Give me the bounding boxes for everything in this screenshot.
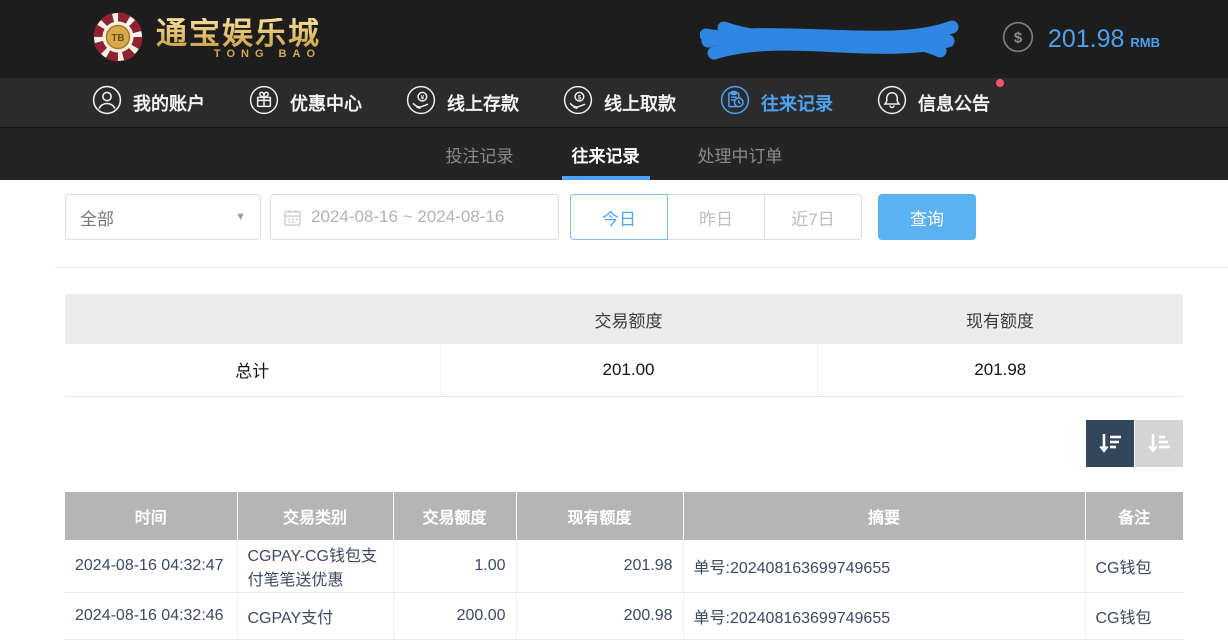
- dollar-circle-icon: $: [1002, 21, 1034, 58]
- cell-remark: CG钱包: [1084, 592, 1183, 640]
- user-account-area[interactable]: [699, 11, 962, 67]
- poker-chip-icon: TB: [92, 11, 144, 68]
- site-logo[interactable]: TB 通宝娱乐城 TONG BAO: [92, 11, 321, 68]
- nav-label: 往来记录: [761, 93, 833, 114]
- cell-summary: 单号:202408163699749655: [682, 539, 1085, 593]
- nav-item-records[interactable]: 往来记录: [720, 85, 833, 120]
- sort-descending-icon: [1099, 434, 1121, 453]
- quick-range-yesterday[interactable]: 昨日: [667, 194, 765, 240]
- type-select[interactable]: 全部 ▼: [65, 194, 261, 240]
- summary-total-row: 总计 201.00 201.98: [65, 344, 1183, 397]
- notification-dot: [996, 79, 1004, 87]
- sort-ascending-icon: [1148, 434, 1170, 453]
- nav-item-announcements[interactable]: 信息公告: [877, 79, 1004, 120]
- svg-text:$: $: [578, 95, 582, 102]
- nav-label: 优惠中心: [290, 93, 362, 114]
- quick-range-last7days[interactable]: 近7日: [764, 194, 862, 240]
- svg-text:¥: ¥: [421, 95, 425, 102]
- balance-display: $ 201.98 RMB: [1002, 21, 1160, 58]
- gift-icon: [249, 85, 279, 120]
- cell-type: CGPAY支付: [236, 592, 393, 640]
- nav-item-my-account[interactable]: 我的账户: [92, 85, 205, 120]
- content: 全部 ▼ 2024-08-16 ~ 2024-08-16 今日 昨日 近7日 查…: [0, 194, 1228, 640]
- type-select-value: 全部: [80, 209, 114, 229]
- table-row: 2024-08-16 04:32:47 CGPAY-CG钱包支付笔笔送优惠 1.…: [65, 539, 1183, 593]
- summary-header-balance: 现有额度: [817, 294, 1183, 344]
- nav-item-deposit[interactable]: ¥ 线上存款: [406, 85, 519, 120]
- nav-label: 我的账户: [133, 93, 205, 114]
- censored-username-scribble: [699, 11, 962, 72]
- cell-balance: 201.98: [515, 539, 683, 593]
- svg-text:TB: TB: [111, 33, 124, 44]
- tab-transaction-records[interactable]: 往来记录: [561, 128, 650, 180]
- bell-icon: [877, 85, 907, 120]
- summary-total-balance: 201.98: [816, 344, 1183, 397]
- nav-label: 信息公告: [918, 93, 990, 114]
- sub-tab-bar: 投注记录 往来记录 处理中订单: [0, 128, 1228, 180]
- sort-descending-button[interactable]: [1086, 419, 1134, 467]
- tab-processing-orders[interactable]: 处理中订单: [692, 128, 789, 180]
- cell-type: CGPAY-CG钱包支付笔笔送优惠: [236, 539, 393, 593]
- main-nav: 我的账户 优惠中心 ¥ 线上存款 $ 线上取款 往来记录 信息公告: [0, 78, 1228, 128]
- table-row: 2024-08-16 04:32:46 CGPAY支付 200.00 200.9…: [65, 592, 1183, 640]
- date-range-input[interactable]: 2024-08-16 ~ 2024-08-16: [270, 194, 559, 240]
- col-type: 交易类别: [236, 491, 393, 540]
- records-header-row: 时间 交易类别 交易额度 现有额度 摘要 备注: [65, 491, 1183, 540]
- logo-subtitle: TONG BAO: [213, 48, 321, 61]
- nav-item-promotions[interactable]: 优惠中心: [249, 85, 362, 120]
- col-time: 时间: [65, 491, 237, 540]
- cell-summary: 单号:202408163699749655: [682, 592, 1085, 640]
- filter-row: 全部 ▼ 2024-08-16 ~ 2024-08-16 今日 昨日 近7日 查…: [65, 194, 1228, 240]
- quick-range-today[interactable]: 今日: [570, 194, 668, 240]
- nav-label: 线上取款: [604, 93, 676, 114]
- summary-table: 交易额度 现有额度 总计 201.00 201.98: [65, 294, 1183, 397]
- sort-bar: [1086, 419, 1183, 467]
- top-header: TB 通宝娱乐城 TONG BAO $ 201.98 RMB: [0, 0, 1228, 78]
- nav-item-withdraw[interactable]: $ 线上取款: [563, 85, 676, 120]
- cell-remark: CG钱包: [1084, 539, 1183, 593]
- cell-amount: 1.00: [392, 539, 516, 593]
- logo-text: 通宝娱乐城 TONG BAO: [156, 15, 321, 61]
- withdraw-hand-coin-icon: $: [563, 85, 593, 120]
- records-clipboard-icon: [720, 85, 750, 120]
- header-right: $ 201.98 RMB: [699, 11, 1160, 67]
- balance-amount: 201.98: [1047, 24, 1125, 53]
- records-table: 时间 交易类别 交易额度 现有额度 摘要 备注 2024-08-16 04:32…: [65, 491, 1183, 640]
- quick-range-group: 今日 昨日 近7日: [570, 194, 862, 240]
- sort-ascending-button[interactable]: [1135, 419, 1183, 467]
- nav-label: 线上存款: [447, 93, 519, 114]
- cell-time: 2024-08-16 04:32:46: [65, 592, 237, 640]
- cell-time: 2024-08-16 04:32:47: [65, 539, 237, 593]
- chevron-down-icon: ▼: [235, 211, 246, 223]
- deposit-hand-coin-icon: ¥: [406, 85, 436, 120]
- summary-total-label: 总计: [65, 344, 440, 397]
- summary-header-amount: 交易额度: [440, 294, 817, 344]
- col-amount: 交易额度: [392, 491, 516, 540]
- tab-bet-records[interactable]: 投注记录: [440, 128, 520, 180]
- logo-title: 通宝娱乐城: [156, 15, 321, 51]
- date-range-value: 2024-08-16 ~ 2024-08-16: [311, 207, 505, 226]
- query-button[interactable]: 查询: [878, 194, 976, 240]
- col-balance: 现有额度: [515, 491, 683, 540]
- calendar-icon: [284, 209, 301, 226]
- col-remark: 备注: [1084, 491, 1183, 540]
- user-circle-icon: [92, 85, 122, 120]
- col-summary: 摘要: [682, 491, 1085, 540]
- svg-text:$: $: [1014, 29, 1023, 46]
- cell-amount: 200.00: [392, 592, 516, 640]
- summary-total-amount: 201.00: [439, 344, 817, 397]
- balance-currency: RMB: [1130, 34, 1160, 50]
- cell-balance: 200.98: [515, 592, 683, 640]
- section-divider: [55, 267, 1228, 268]
